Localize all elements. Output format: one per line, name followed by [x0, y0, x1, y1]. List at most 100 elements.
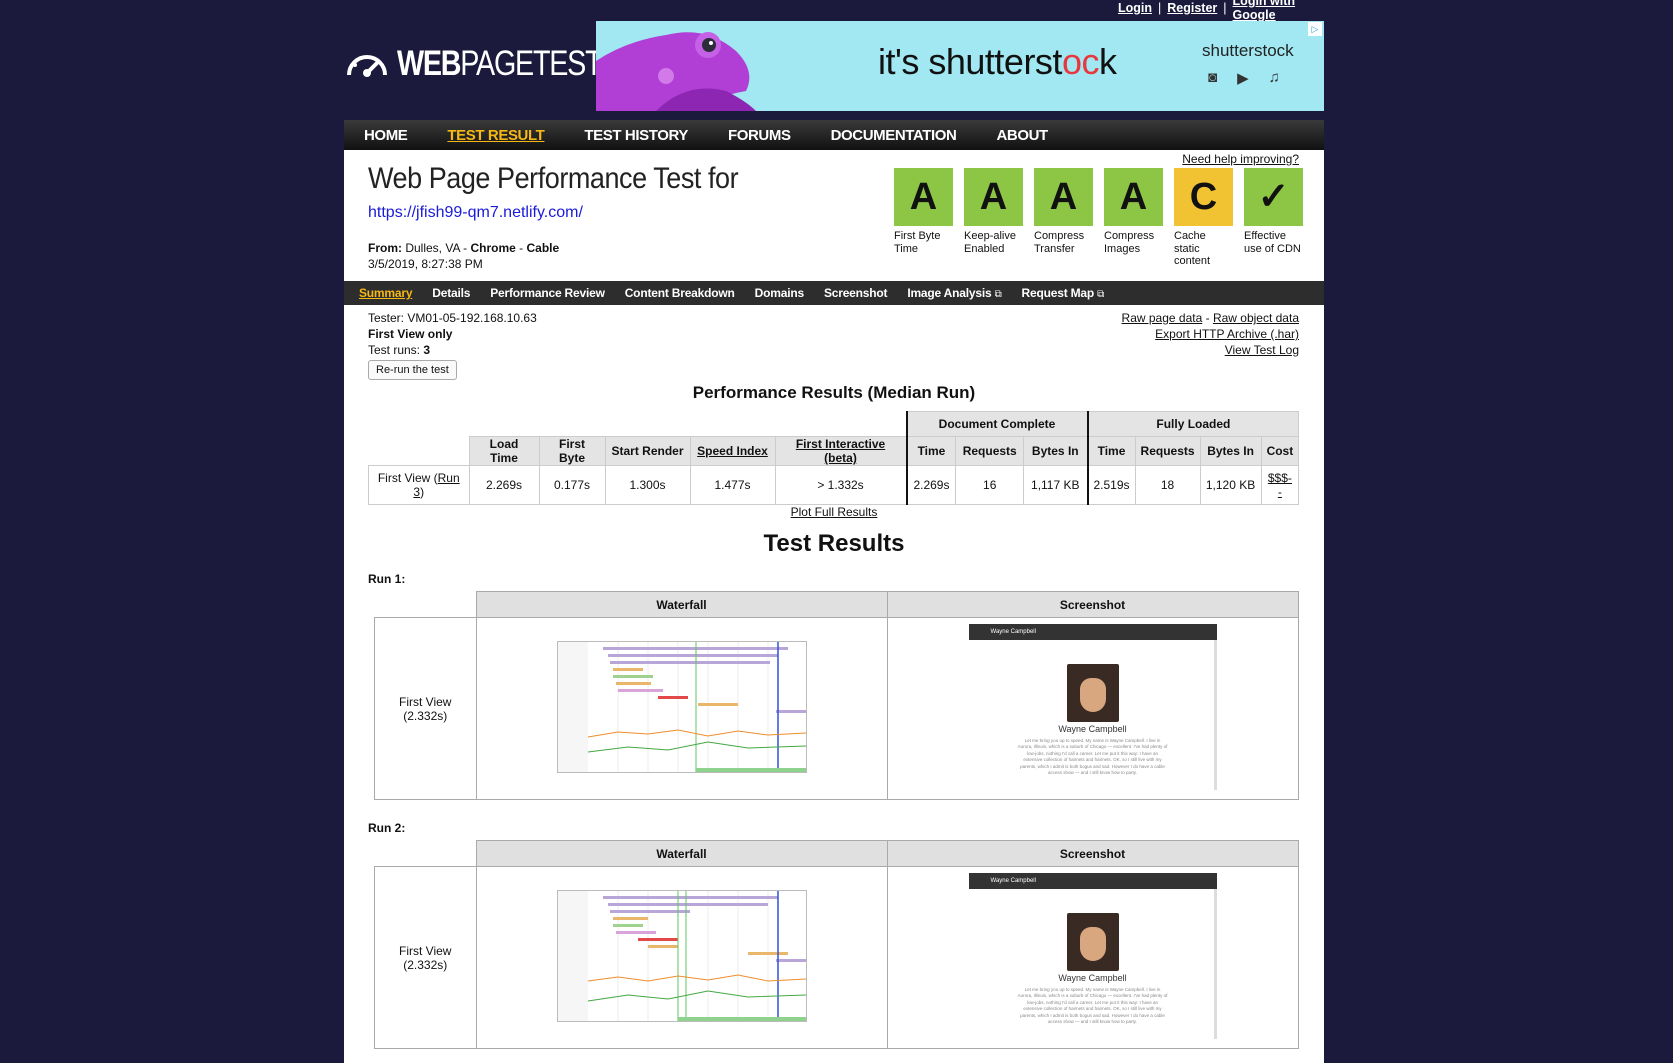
adchoices-icon[interactable]: ▷	[1308, 22, 1322, 36]
grade-compress-transfer[interactable]: A Compress Transfer	[1034, 168, 1094, 268]
cell-doc-bytes: 1,117 KB	[1023, 465, 1088, 505]
nav-forums[interactable]: FORUMS	[728, 127, 791, 144]
register-link[interactable]: Register	[1167, 1, 1217, 15]
camera-icon: ◙	[1208, 69, 1218, 86]
tab-performance-review[interactable]: Performance Review	[490, 286, 605, 300]
test-runs: Test runs: 3	[368, 343, 431, 357]
tester-name: Tester: VM01-05-192.168.10.63	[368, 311, 537, 325]
grade-compress-images[interactable]: A Compress Images	[1104, 168, 1164, 268]
col-doc-requests: Requests	[955, 436, 1025, 466]
ad-slogan: it's shutterstock	[878, 41, 1117, 82]
cell-full-bytes: 1,120 KB	[1199, 465, 1262, 505]
grades: A First Byte Time A Keep-alive Enabled A Co…	[894, 168, 1304, 268]
scrollbar	[1213, 639, 1217, 790]
view-mode: First View only	[368, 327, 453, 341]
test-datetime: 3/5/2019, 8:27:38 PM	[368, 257, 483, 271]
waterfall-header: Waterfall	[475, 840, 888, 867]
nav-documentation[interactable]: DOCUMENTATION	[831, 127, 957, 144]
cell-speed-index: 1.477s	[689, 465, 776, 505]
external-link-icon: ⧉	[1097, 289, 1105, 300]
screenshot-thumbnail: Wayne Campbell Wayne Campbell Let me bri…	[968, 872, 1217, 1043]
avatar	[1066, 663, 1119, 722]
lizard-image	[596, 21, 836, 111]
spacer	[369, 412, 907, 437]
grade-first-byte[interactable]: A First Byte Time	[894, 168, 954, 268]
ad-icons: ◙ ▶ ♫	[1208, 69, 1280, 87]
main-nav: HOME TEST RESULT TEST HISTORY FORUMS DOC…	[344, 120, 1324, 150]
waterfall-header: Waterfall	[475, 591, 888, 618]
performance-table: Document Complete Fully Loaded Load Time…	[368, 411, 1300, 505]
scrollbar	[1213, 888, 1217, 1039]
test-results-heading: Test Results	[763, 530, 905, 557]
login-link[interactable]: Login	[1118, 1, 1152, 15]
nav-about[interactable]: ABOUT	[996, 127, 1048, 144]
run-2-label: Run 2:	[368, 821, 406, 835]
tab-request-map[interactable]: Request Map ⧉	[1022, 286, 1105, 300]
col-first-byte: First Byte	[538, 436, 606, 466]
grade-cache-static[interactable]: C Cache static content	[1174, 168, 1234, 268]
run-2-waterfall[interactable]	[475, 866, 888, 1049]
run-1-table: Waterfall Screenshot First View(2.332s)	[374, 591, 1299, 800]
cell-first-byte: 0.177s	[538, 465, 606, 505]
run-2-view-cell: First View (2.332s)	[374, 866, 477, 1049]
nav-home[interactable]: HOME	[364, 127, 408, 144]
plot-full-results-link[interactable]: Plot Full Results	[791, 505, 878, 519]
ad-brand: shutterstock	[1202, 41, 1294, 60]
cell-start-render: 1.300s	[604, 465, 691, 505]
run-2-table: Waterfall Screenshot First View(2.332s)	[374, 840, 1299, 1049]
col-full-requests: Requests	[1134, 436, 1201, 466]
grade-keep-alive[interactable]: A Keep-alive Enabled	[964, 168, 1024, 268]
tested-url-link[interactable]: https://jfish99-qm7.netlify.com/	[368, 204, 583, 222]
screenshot-thumbnail: Wayne Campbell Wayne Campbell Let me bri…	[968, 623, 1217, 794]
export-har-link[interactable]: Export HTTP Archive (.har)	[1155, 327, 1299, 341]
ad-banner[interactable]: it's shutterstock shutterstock ◙ ▶ ♫ ▷	[596, 21, 1324, 111]
waterfall-thumbnail	[556, 641, 807, 773]
external-link-icon: ⧉	[994, 289, 1002, 300]
help-improving-link[interactable]: Need help improving?	[1182, 152, 1299, 166]
rerun-button[interactable]: Re-run the test	[368, 360, 457, 380]
plot-full-results-container: Plot Full Results	[344, 505, 1324, 519]
col-full-time: Time	[1086, 436, 1136, 466]
site-name: Wayne Campbell	[1058, 972, 1127, 983]
screenshot-header: Screenshot	[886, 591, 1299, 618]
music-icon: ♫	[1268, 69, 1280, 86]
grade-cdn[interactable]: ✓ Effective use of CDN	[1244, 168, 1304, 268]
cell-cost-link[interactable]: $$$--	[1260, 465, 1300, 505]
tester-info: Tester: VM01-05-192.168.10.63 First View…	[368, 310, 537, 380]
spacer	[375, 592, 477, 618]
spacer	[375, 841, 477, 867]
spacer	[369, 437, 470, 466]
run-1-waterfall[interactable]	[475, 617, 888, 800]
raw-object-data-link[interactable]: Raw object data	[1213, 311, 1299, 325]
avatar	[1066, 912, 1119, 971]
nav-test-history[interactable]: TEST HISTORY	[584, 127, 688, 144]
raw-page-data-link[interactable]: Raw page data	[1122, 311, 1203, 325]
nav-test-result[interactable]: TEST RESULT	[447, 127, 544, 144]
waterfall-thumbnail	[556, 890, 807, 1022]
result-tabs: Summary Details Performance Review Conte…	[344, 281, 1324, 305]
col-speed-index[interactable]: Speed Index	[689, 436, 776, 466]
tab-domains[interactable]: Domains	[755, 286, 804, 300]
login-google-link[interactable]: Login with Google	[1233, 0, 1323, 22]
col-doc-bytes: Bytes In	[1023, 436, 1088, 466]
cell-first-interactive: > 1.332s	[774, 465, 907, 505]
view-test-log-link[interactable]: View Test Log	[1225, 343, 1299, 357]
tab-image-analysis[interactable]: Image Analysis ⧉	[907, 286, 1001, 300]
logo-text: WEBPAGETEST	[397, 44, 603, 83]
site-bio: Let me bring you up to speed. My name is…	[1017, 737, 1168, 776]
cell-doc-time: 2.269s	[905, 465, 957, 505]
run-1-label: Run 1:	[368, 572, 406, 586]
run-1-screenshot[interactable]: Wayne Campbell Wayne Campbell Let me bri…	[886, 617, 1299, 800]
cell-full-requests: 18	[1134, 465, 1201, 505]
tab-screenshot[interactable]: Screenshot	[824, 286, 888, 300]
tab-summary[interactable]: Summary	[359, 286, 412, 300]
play-icon: ▶	[1237, 70, 1249, 87]
table-row: First View (Run 3) 2.269s 0.177s 1.300s …	[368, 465, 1300, 505]
group-document-complete: Document Complete	[905, 411, 1088, 437]
cell-doc-requests: 16	[955, 465, 1025, 505]
tab-content-breakdown[interactable]: Content Breakdown	[625, 286, 735, 300]
page-title: Web Page Performance Test for	[368, 162, 739, 195]
run-2-screenshot[interactable]: Wayne Campbell Wayne Campbell Let me bri…	[886, 866, 1299, 1049]
tab-details[interactable]: Details	[432, 286, 470, 300]
col-first-interactive[interactable]: First Interactive (beta)	[774, 436, 907, 466]
